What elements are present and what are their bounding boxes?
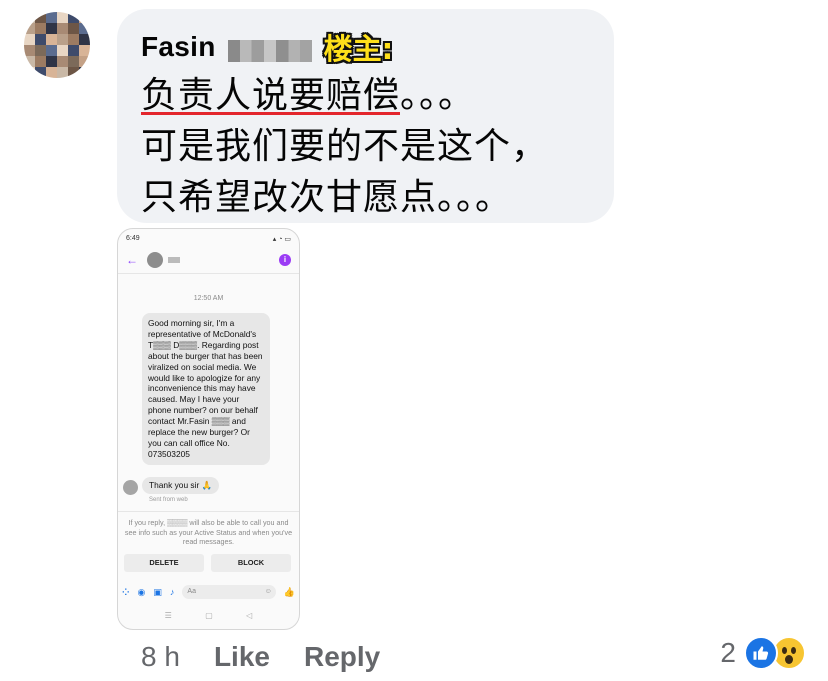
sent-from-label: Sent from web — [149, 497, 188, 503]
phone-status-time: 6:49 — [126, 235, 140, 242]
reply-message: Thank you sir 🙏 — [142, 477, 220, 494]
messenger-header: ← i — [118, 247, 299, 273]
nav-back-icon[interactable]: ◁ — [246, 611, 252, 620]
contact-avatar — [147, 252, 163, 268]
attached-screenshot[interactable]: 6:49 ▴ ◔ ▭ ← i 12:50 AM Good morning sir… — [117, 228, 300, 630]
comment-bubble: Fasin 楼主: 负责人说要赔偿。。。 可是我们要的不是这个， 只希望改次甘愿… — [117, 9, 614, 223]
avatar[interactable] — [24, 12, 90, 78]
author-row: Fasin 楼主: — [141, 27, 393, 67]
contact-name-blurred — [168, 257, 180, 263]
emoji-icon[interactable]: ☺ — [265, 585, 272, 599]
like-button[interactable]: Like — [214, 641, 270, 673]
mic-icon[interactable]: ♪ — [170, 587, 175, 597]
apps-icon[interactable]: ⁘ — [122, 587, 130, 598]
reply-button[interactable]: Reply — [304, 641, 380, 673]
comment-underlined-text: 负责人说要赔偿 — [141, 75, 401, 116]
message-input-placeholder: Aa — [187, 588, 196, 595]
gallery-icon[interactable]: ▣ — [153, 587, 162, 598]
delete-button[interactable]: DELETE — [124, 554, 204, 572]
block-button[interactable]: BLOCK — [211, 554, 291, 572]
reaction-count: 2 — [720, 637, 736, 668]
back-arrow-icon[interactable]: ← — [126, 253, 138, 267]
author-name[interactable]: Fasin — [141, 31, 216, 63]
android-nav-bar: ☰ ▢ ◁ — [118, 611, 299, 620]
op-badge: 楼主: — [323, 32, 394, 66]
comment-time[interactable]: 8 h — [141, 641, 180, 673]
author-name-blurred — [227, 40, 312, 62]
comment-line-2: 可是我们要的不是这个， — [141, 126, 549, 167]
divider — [118, 511, 299, 512]
recents-icon[interactable]: ☰ — [165, 611, 172, 620]
compose-bar: ⁘ ◉ ▣ ♪ Aa ☺ 👍 — [122, 583, 295, 601]
divider — [118, 273, 299, 274]
thumbs-up-icon[interactable]: 👍 — [284, 587, 295, 598]
sender-avatar — [123, 480, 138, 495]
message-timestamp: 12:50 AM — [193, 295, 224, 302]
camera-icon[interactable]: ◉ — [138, 587, 146, 598]
message-input[interactable]: Aa ☺ — [182, 585, 276, 599]
info-icon[interactable]: i — [279, 254, 291, 266]
comment-line-1: 负责人说要赔偿。。。 — [141, 71, 475, 121]
phone-status-icons: ▴ ◔ ▭ — [272, 236, 291, 243]
received-message: Good morning sir, I'm a representative o… — [142, 313, 270, 465]
reply-notice: If you reply, ▒▒▒▒ will also be able to … — [124, 518, 293, 547]
comment-actions: 8 h Like Reply — [141, 637, 414, 677]
home-icon[interactable]: ▢ — [205, 611, 213, 620]
like-reaction-icon — [744, 636, 778, 670]
reactions-summary[interactable]: 2 — [720, 636, 806, 670]
phone-status-bar: 6:49 ▴ ◔ ▭ — [126, 235, 291, 245]
comment-ellipsis: 。。。 — [400, 75, 476, 116]
comment-line-3: 只希望改次甘愿点。。。 — [141, 177, 513, 218]
